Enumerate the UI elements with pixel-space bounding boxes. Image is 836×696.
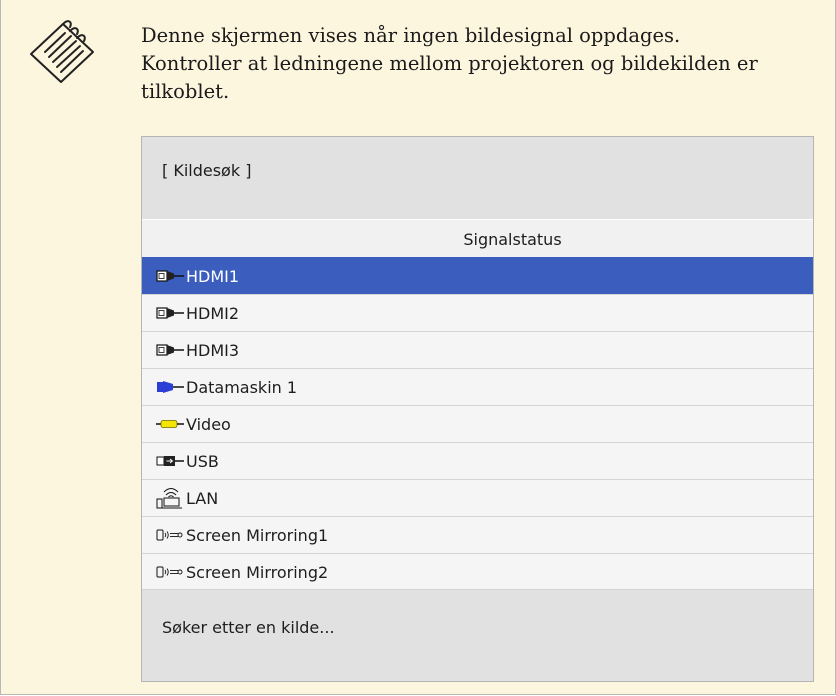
signal-status-header: Signalstatus xyxy=(142,219,813,257)
source-label: Video xyxy=(186,414,231,434)
note-text: Denne skjermen vises når ingen bildesign… xyxy=(141,22,821,106)
source-item-screen-mirroring2[interactable]: Screen Mirroring2 xyxy=(142,553,813,590)
note-box: Denne skjermen vises når ingen bildesign… xyxy=(0,0,836,695)
hdmi-cable-icon xyxy=(156,344,184,356)
source-item-hdmi2[interactable]: HDMI2 xyxy=(142,294,813,331)
screen-mirroring-icon xyxy=(156,529,183,541)
hdmi-cable-icon xyxy=(156,307,184,319)
note-pencil-icon xyxy=(30,20,94,83)
note-line: Denne skjermen vises når ingen bildesign… xyxy=(141,24,681,47)
vga-cable-icon xyxy=(157,381,184,393)
panel-title: [ Kildesøk ] xyxy=(142,137,813,219)
source-item-lan[interactable]: LAN xyxy=(142,479,813,516)
composite-video-cable-icon xyxy=(156,420,184,428)
source-list: HDMI1 HDMI2 HDMI3 Datamaskin 1 Video USB… xyxy=(142,257,813,590)
source-search-panel: [ Kildesøk ] Signalstatus HDMI1 HDMI2 HD… xyxy=(141,136,814,682)
source-label: Screen Mirroring1 xyxy=(186,525,329,545)
note-line: Kontroller at ledningene mellom projekto… xyxy=(141,52,758,75)
source-label: HDMI2 xyxy=(186,303,240,323)
hdmi-cable-icon xyxy=(156,270,184,282)
source-label: HDMI1 xyxy=(186,266,240,286)
source-label: Screen Mirroring2 xyxy=(186,562,329,582)
source-label: HDMI3 xyxy=(186,340,240,360)
source-label: LAN xyxy=(186,488,219,508)
source-item-hdmi3[interactable]: HDMI3 xyxy=(142,331,813,368)
source-label: Datamaskin 1 xyxy=(186,377,298,397)
source-item-video[interactable]: Video xyxy=(142,405,813,442)
screen-mirroring-icon xyxy=(156,566,183,578)
search-status: Søker etter en kilde... xyxy=(142,589,813,681)
note-line: tilkoblet. xyxy=(141,80,230,103)
source-item-usb[interactable]: USB xyxy=(142,442,813,479)
source-label: USB xyxy=(186,451,219,471)
source-item-hdmi1[interactable]: HDMI1 xyxy=(142,257,813,294)
usb-cable-icon xyxy=(156,456,184,466)
source-item-screen-mirroring1[interactable]: Screen Mirroring1 xyxy=(142,516,813,553)
wireless-lan-icon xyxy=(156,488,182,509)
source-item-computer1[interactable]: Datamaskin 1 xyxy=(142,368,813,405)
